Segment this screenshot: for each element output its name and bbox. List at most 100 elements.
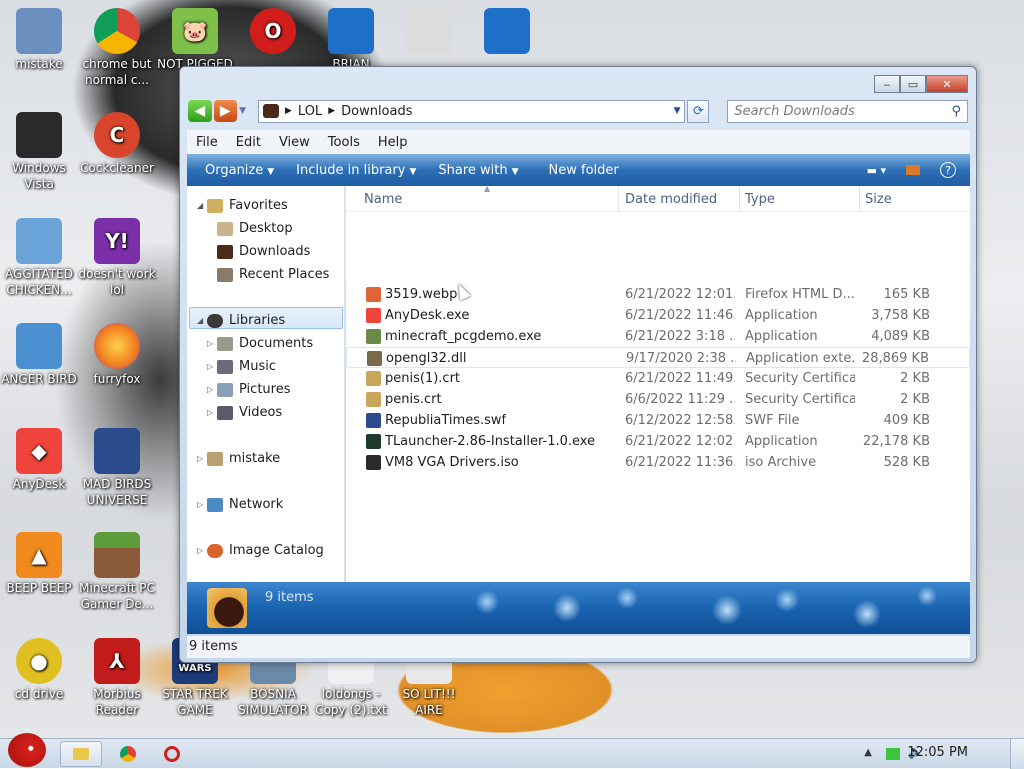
collapsed-triangle-icon: ▷ [197, 454, 204, 463]
nav-documents[interactable]: ▷ Documents [207, 336, 313, 351]
file-type: Application [745, 434, 818, 449]
menu-tools[interactable]: Tools [319, 135, 369, 150]
file-row[interactable]: 3519.webp 6/21/2022 12:01... Firefox HTM… [346, 284, 970, 305]
file-row-hovered[interactable]: opengl32.dll 9/17/2020 2:38 ... Applicat… [346, 347, 970, 368]
file-row[interactable]: penis.crt 6/6/2022 11:29 ... Security Ce… [346, 389, 970, 410]
nav-music[interactable]: ▷ Music [207, 359, 276, 374]
desktop-icon-cd-drive[interactable]: ● cd drive [0, 638, 78, 702]
back-button[interactable]: ◀ [188, 100, 212, 122]
forward-button[interactable]: ▶ [213, 100, 238, 122]
desktop-icon-blue-panel[interactable] [468, 8, 546, 56]
help-icon[interactable]: ? [940, 162, 956, 178]
include-in-library-button[interactable]: Include in library ▼ [296, 163, 416, 178]
clock[interactable]: 12:05 PM [907, 745, 968, 760]
window-controls: ‒ ▭ ✕ [874, 75, 968, 93]
file-type: SWF File [745, 413, 800, 428]
column-type[interactable]: Type [745, 192, 775, 207]
organize-button[interactable]: Organize ▼ [205, 163, 274, 178]
new-folder-button[interactable]: New folder [549, 163, 619, 178]
desktop-icon-minecraft[interactable]: Minecraft PC Gamer De... [78, 532, 156, 612]
file-row[interactable]: AnyDesk.exe 6/21/2022 11:46... Applicati… [346, 305, 970, 326]
file-size: 2 KB [900, 371, 930, 386]
taskbar-explorer-button[interactable] [60, 741, 102, 767]
breadcrumb-downloads[interactable]: Downloads [341, 104, 412, 119]
column-divider[interactable] [618, 186, 619, 212]
menu-view[interactable]: View [270, 135, 319, 150]
column-name[interactable]: Name [364, 192, 402, 207]
file-row[interactable]: minecraft_pcgdemo.exe 6/21/2022 3:18 ...… [346, 326, 970, 347]
file-type: Application exte... [746, 351, 856, 366]
nav-favorites[interactable]: ◢ Favorites [197, 198, 288, 213]
preview-pane-icon[interactable] [906, 165, 920, 175]
desktop-icon-anger-bird[interactable]: ANGER BIRD [0, 323, 78, 387]
nav-recent-places[interactable]: Recent Places [217, 267, 329, 282]
desktop-icon-brian[interactable]: BRIAN [312, 8, 390, 72]
share-with-button[interactable]: Share with ▼ [438, 163, 518, 178]
search-input[interactable]: Search Downloads ⚲ [727, 99, 968, 123]
minimize-button[interactable]: ‒ [874, 75, 900, 93]
search-icon: ⚲ [951, 103, 961, 119]
chrome-icon [94, 8, 140, 54]
nav-mistake[interactable]: ▷ mistake [197, 451, 280, 466]
nav-downloads[interactable]: Downloads [217, 244, 310, 259]
file-row[interactable]: RepubliaTimes.swf 6/12/2022 12:58... SWF… [346, 410, 970, 431]
view-options-icon[interactable]: ▬ ▾ [867, 164, 886, 177]
file-name: penis.crt [385, 392, 442, 407]
address-dropdown-icon[interactable]: ▼ [674, 106, 681, 116]
desktop-icon-cockcleaner[interactable]: C Cockcleaner [78, 112, 156, 176]
column-size[interactable]: Size [865, 192, 892, 207]
taskbar-chrome-button[interactable] [108, 741, 148, 767]
desktop-icon-mistake[interactable]: mistake [0, 8, 78, 72]
file-row[interactable]: TLauncher-2.86-Installer-1.0.exe 6/21/20… [346, 431, 970, 452]
desktop-icon-furryfox[interactable]: furryfox [78, 323, 156, 387]
nav-pictures[interactable]: ▷ Pictures [207, 382, 290, 397]
address-bar[interactable]: ▶ LOL ▶ Downloads ▼ [258, 99, 686, 123]
nav-image-catalog[interactable]: ▷ Image Catalog [197, 543, 324, 558]
refresh-icon: ⟳ [692, 103, 704, 119]
file-size: 2 KB [900, 392, 930, 407]
desktop-icon-document[interactable] [390, 8, 468, 56]
column-divider[interactable] [859, 186, 860, 212]
cd-icon: ● [16, 638, 62, 684]
minecraft-file-icon [366, 329, 381, 344]
network-status-icon[interactable] [886, 748, 900, 760]
nav-videos[interactable]: ▷ Videos [207, 405, 282, 420]
desktop-icon-beep-beep[interactable]: ▲ BEEP BEEP [0, 532, 78, 596]
nav-desktop[interactable]: Desktop [217, 221, 293, 236]
column-date-modified[interactable]: Date modified [625, 192, 717, 207]
file-name: minecraft_pcgdemo.exe [385, 329, 542, 344]
angry-bird-space-icon [94, 428, 140, 474]
status-item-count: 9 items [189, 639, 238, 654]
breadcrumb-lol[interactable]: LOL [298, 104, 322, 119]
folder-icon [263, 104, 279, 118]
nav-network[interactable]: ▷ Network [197, 497, 283, 512]
show-desktop-button[interactable] [1010, 739, 1024, 769]
swf-file-icon [366, 413, 381, 428]
desktop-icon-chrome[interactable]: chrome but normal c... [78, 8, 156, 88]
taskbar-opera-button[interactable] [152, 741, 192, 767]
column-divider[interactable] [739, 186, 740, 212]
start-button[interactable] [4, 731, 50, 769]
history-dropdown-icon[interactable]: ▼ [239, 106, 246, 116]
anydesk-file-icon [366, 308, 381, 323]
desktop-icon-mad-birds-universe[interactable]: MAD BIRDS UNIVERSE [78, 428, 156, 508]
desktop-icon-anydesk[interactable]: ◆ AnyDesk [0, 428, 78, 492]
nav-libraries[interactable]: ◢ Libraries [197, 313, 285, 328]
desktop-icon-opera[interactable]: O [234, 8, 312, 56]
menu-edit[interactable]: Edit [227, 135, 270, 150]
file-row[interactable]: penis(1).crt 6/21/2022 11:49... Security… [346, 368, 970, 389]
desktop-icon-aggitated-chicken[interactable]: AGGITATED CHICKEN... [0, 218, 78, 298]
show-hidden-icons-icon[interactable]: ▲ [864, 747, 872, 758]
downloads-folder-icon [207, 588, 247, 628]
angry-bird-start-icon [8, 733, 46, 767]
menu-bar: File Edit View Tools Help [187, 130, 970, 154]
menu-help[interactable]: Help [369, 135, 417, 150]
file-row[interactable]: VM8 VGA Drivers.iso 6/21/2022 11:36... i… [346, 452, 970, 473]
close-button[interactable]: ✕ [926, 75, 968, 93]
maximize-button[interactable]: ▭ [900, 75, 926, 93]
desktop-icon-windows-vista[interactable]: Windows Vista [0, 112, 78, 192]
refresh-button[interactable]: ⟳ [687, 99, 710, 123]
desktop-icon-yahoo[interactable]: Y! doesn't work lol [78, 218, 156, 298]
desktop-icon-morbius-reader[interactable]: ⅄ Morbius Reader [78, 638, 156, 718]
menu-file[interactable]: File [187, 135, 227, 150]
